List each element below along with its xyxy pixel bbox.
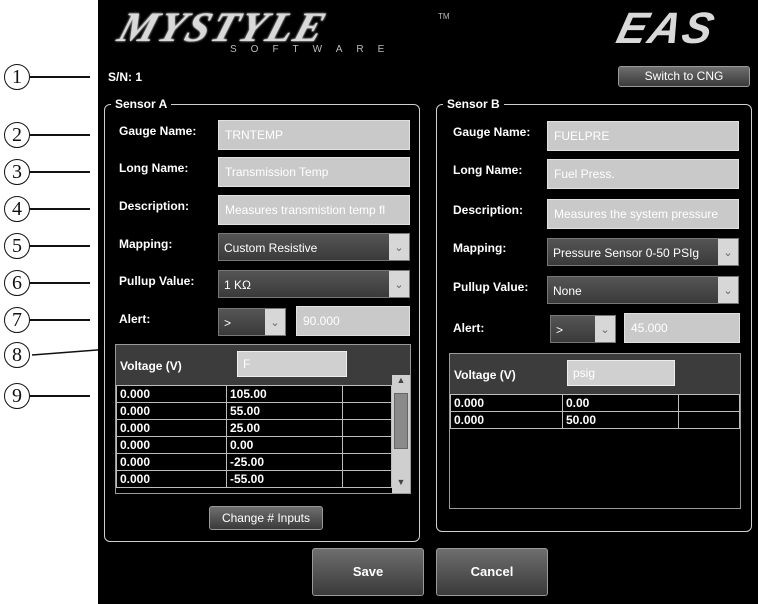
mapping-label: Mapping: [119, 237, 173, 251]
switch-to-cng-button[interactable]: Switch to CNG [618, 66, 750, 87]
sensor-b-group: Sensor B Gauge Name: FUELPRE Long Name: … [436, 97, 752, 532]
sensor-a-title: Sensor A [111, 97, 172, 111]
gauge-name-label: Gauge Name: [453, 125, 531, 139]
mapping-value: Pressure Sensor 0-50 PSIg [553, 246, 700, 260]
voltage-cell[interactable]: 0.000 [450, 394, 563, 412]
table-row[interactable]: 0.000 -25.00 [116, 453, 392, 471]
alert-label: Alert: [453, 321, 485, 335]
gauge-name-field[interactable]: FUELPRE [547, 121, 739, 151]
pullup-label: Pullup Value: [453, 280, 529, 294]
chevron-down-icon[interactable]: ⌄ [389, 234, 409, 260]
alert-operator-value: > [556, 323, 564, 337]
serial-number: S/N: 1 [108, 70, 143, 84]
table-row[interactable]: 0.000 25.00 [116, 419, 392, 437]
app-window: MYSTYLE SOFTWARE TM EAS S/N: 1 Switch to… [98, 0, 758, 604]
voltage-cell[interactable]: 0.000 [116, 385, 227, 403]
alert-operator-select[interactable]: > ⌄ [550, 315, 616, 343]
table-row[interactable]: 0.000 0.00 [450, 394, 740, 412]
empty-cell [678, 394, 740, 412]
table-row[interactable]: 0.000 0.00 [116, 436, 392, 454]
chevron-down-icon[interactable]: ⌄ [265, 309, 285, 335]
chevron-down-icon[interactable]: ⌄ [389, 271, 409, 297]
alert-operator-select[interactable]: > ⌄ [218, 308, 286, 336]
pullup-value: None [553, 284, 582, 298]
cancel-button[interactable]: Cancel [436, 548, 548, 596]
table-row[interactable]: 0.000 -55.00 [116, 470, 392, 488]
voltage-column-header: Voltage (V) [120, 359, 182, 373]
pullup-select[interactable]: None ⌄ [547, 276, 739, 304]
empty-cell [342, 470, 392, 488]
empty-cell [342, 385, 392, 403]
description-label: Description: [119, 199, 190, 213]
pullup-value: 1 KΩ [224, 278, 251, 292]
gauge-name-field[interactable]: TRNTEMP [218, 120, 410, 150]
mapping-value: Custom Resistive [224, 241, 318, 255]
unit-column-header-field[interactable]: psig [567, 360, 675, 386]
mapping-select[interactable]: Pressure Sensor 0-50 PSIg ⌄ [547, 238, 739, 266]
unit-column-header-field[interactable]: F [237, 351, 347, 377]
value-cell[interactable]: 0.00 [562, 394, 679, 412]
alert-value-field[interactable]: 90.000 [296, 306, 410, 336]
scrollbar-thumb[interactable] [394, 393, 408, 449]
logo-word: MYSTYLE [112, 5, 333, 51]
mapping-select[interactable]: Custom Resistive ⌄ [218, 233, 410, 261]
pullup-label: Pullup Value: [119, 274, 195, 288]
value-cell[interactable]: 55.00 [226, 402, 343, 420]
value-cell[interactable]: -25.00 [226, 453, 343, 471]
empty-cell [678, 411, 740, 429]
empty-cell [342, 436, 392, 454]
sensor-a-group: Sensor A Gauge Name: TRNTEMP Long Name: … [104, 97, 420, 542]
empty-cell [342, 419, 392, 437]
mapping-label: Mapping: [453, 241, 507, 255]
table-row[interactable]: 0.000 50.00 [450, 411, 740, 429]
alert-operator-value: > [224, 316, 232, 330]
voltage-column-header: Voltage (V) [454, 368, 516, 382]
empty-cell [342, 402, 392, 420]
mystyle-logo: MYSTYLE SOFTWARE TM [113, 5, 450, 55]
value-cell[interactable]: 0.00 [226, 436, 343, 454]
change-inputs-button[interactable]: Change # Inputs [209, 506, 323, 530]
voltage-cell[interactable]: 0.000 [116, 453, 227, 471]
mapping-table: Voltage (V) F 0.000 105.00 0.000 55.00 0.0… [115, 344, 411, 494]
logo-subtitle: SOFTWARE [230, 44, 399, 55]
long-name-label: Long Name: [453, 163, 523, 177]
value-cell[interactable]: -55.00 [226, 470, 343, 488]
pullup-select[interactable]: 1 KΩ ⌄ [218, 270, 410, 298]
sensor-b-title: Sensor B [443, 97, 504, 111]
scroll-up-icon[interactable]: ▲ [392, 375, 410, 391]
description-field[interactable]: Measures the system pressure [547, 199, 739, 229]
voltage-cell[interactable]: 0.000 [116, 419, 227, 437]
voltage-cell[interactable]: 0.000 [116, 402, 227, 420]
gauge-name-label: Gauge Name: [119, 124, 197, 138]
scroll-down-icon[interactable]: ▼ [392, 477, 410, 493]
description-field[interactable]: Measures transmistion temp fl [218, 195, 410, 225]
save-button[interactable]: Save [312, 548, 424, 596]
table-row[interactable]: 0.000 55.00 [116, 402, 392, 420]
alert-label: Alert: [119, 312, 151, 326]
long-name-field[interactable]: Transmission Temp [218, 157, 410, 187]
empty-cell [342, 453, 392, 471]
voltage-cell[interactable]: 0.000 [450, 411, 563, 429]
chevron-down-icon[interactable]: ⌄ [595, 316, 615, 342]
long-name-field[interactable]: Fuel Press. [547, 159, 739, 189]
description-label: Description: [453, 203, 524, 217]
value-cell[interactable]: 25.00 [226, 419, 343, 437]
mapping-table: Voltage (V) psig 0.000 0.00 0.000 50.00 [449, 353, 741, 509]
table-body: 0.000 0.00 0.000 50.00 [450, 394, 740, 429]
voltage-cell[interactable]: 0.000 [116, 436, 227, 454]
voltage-cell[interactable]: 0.000 [116, 470, 227, 488]
long-name-label: Long Name: [119, 161, 189, 175]
logo-trademark: TM [438, 12, 450, 21]
alert-value-field[interactable]: 45.000 [624, 313, 740, 343]
value-cell[interactable]: 105.00 [226, 385, 343, 403]
chevron-down-icon[interactable]: ⌄ [718, 277, 738, 303]
table-row[interactable]: 0.000 105.00 [116, 385, 392, 403]
value-cell[interactable]: 50.00 [562, 411, 679, 429]
eas-logo: EAS [612, 4, 721, 53]
chevron-down-icon[interactable]: ⌄ [718, 239, 738, 265]
table-scrollbar[interactable]: ▲ ▼ [392, 375, 410, 493]
table-body: 0.000 105.00 0.000 55.00 0.000 25.00 0.000 0… [116, 385, 392, 488]
